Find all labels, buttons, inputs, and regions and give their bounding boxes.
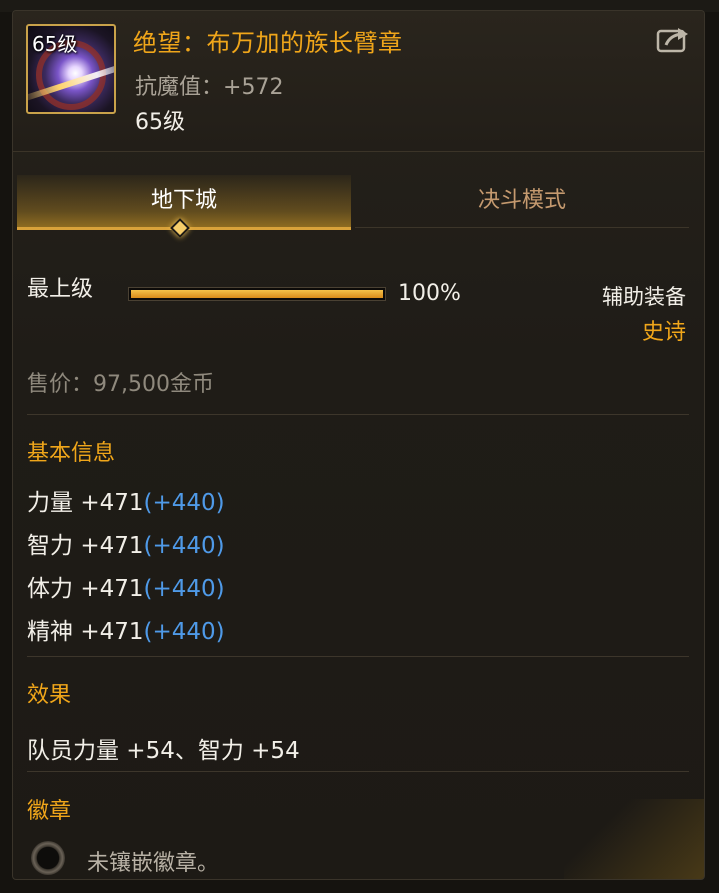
effect-title: 效果: [27, 683, 72, 708]
basic-info-title: 基本信息: [27, 441, 116, 466]
resist-label: 抗魔值：: [135, 75, 224, 100]
stat-row: 精神 +471(+440): [27, 612, 225, 646]
tab-pvp[interactable]: 决斗模式: [355, 175, 689, 228]
divider: [27, 414, 689, 415]
stat-row: 力量 +471(+440): [27, 483, 225, 517]
item-level: 65级: [135, 110, 185, 135]
icon-level-label: 65级: [32, 32, 78, 56]
stat-label: 智力: [27, 533, 73, 559]
mode-tabs: 地下城 决斗模式: [17, 175, 689, 230]
grade-progress-fill: [131, 290, 383, 298]
emblem-status: 未镶嵌徽章。: [87, 851, 220, 876]
share-export-icon[interactable]: [656, 25, 692, 55]
corner-glow-decoration: [564, 799, 704, 879]
emblem-title: 徽章: [27, 799, 72, 824]
grade-label: 最上级: [27, 277, 94, 302]
divider: [27, 771, 689, 772]
grade-percent: 100%: [398, 281, 461, 306]
stat-bonus: (+440): [143, 533, 225, 559]
equip-rarity: 史诗: [641, 320, 686, 345]
item-tooltip-panel: 65级 绝望：布万加的族长臂章 抗魔值：+572 65级 地下城 决斗模式 最上…: [12, 10, 705, 880]
divider: [27, 656, 689, 657]
item-name: 绝望：布万加的族长臂章: [133, 29, 403, 57]
stat-value: +471: [80, 576, 144, 602]
equip-type: 辅助装备: [602, 285, 686, 309]
armband-item-icon: 65级: [26, 24, 116, 114]
stat-value: +471: [80, 619, 144, 645]
emblem-slot-icon: [31, 841, 65, 875]
stat-label: 力量: [27, 490, 73, 516]
sell-price: 售价：97,500金币: [27, 372, 214, 397]
magic-resist: 抗魔值：+572: [135, 69, 283, 101]
stat-value: +471: [80, 490, 144, 516]
effect-text: 队员力量 +54、智力 +54: [27, 738, 300, 764]
resist-value: +572: [223, 75, 284, 100]
stat-bonus: (+440): [143, 619, 225, 645]
stat-bonus: (+440): [143, 576, 225, 602]
stat-bonus: (+440): [143, 490, 225, 516]
grade-progress-bar: [128, 287, 386, 301]
item-header: 65级 绝望：布万加的族长臂章 抗魔值：+572 65级: [13, 11, 704, 152]
stat-row: 体力 +471(+440): [27, 569, 225, 603]
stat-label: 精神: [27, 619, 73, 645]
stat-label: 体力: [27, 576, 73, 602]
stat-row: 智力 +471(+440): [27, 526, 225, 560]
stat-value: +471: [80, 533, 144, 559]
